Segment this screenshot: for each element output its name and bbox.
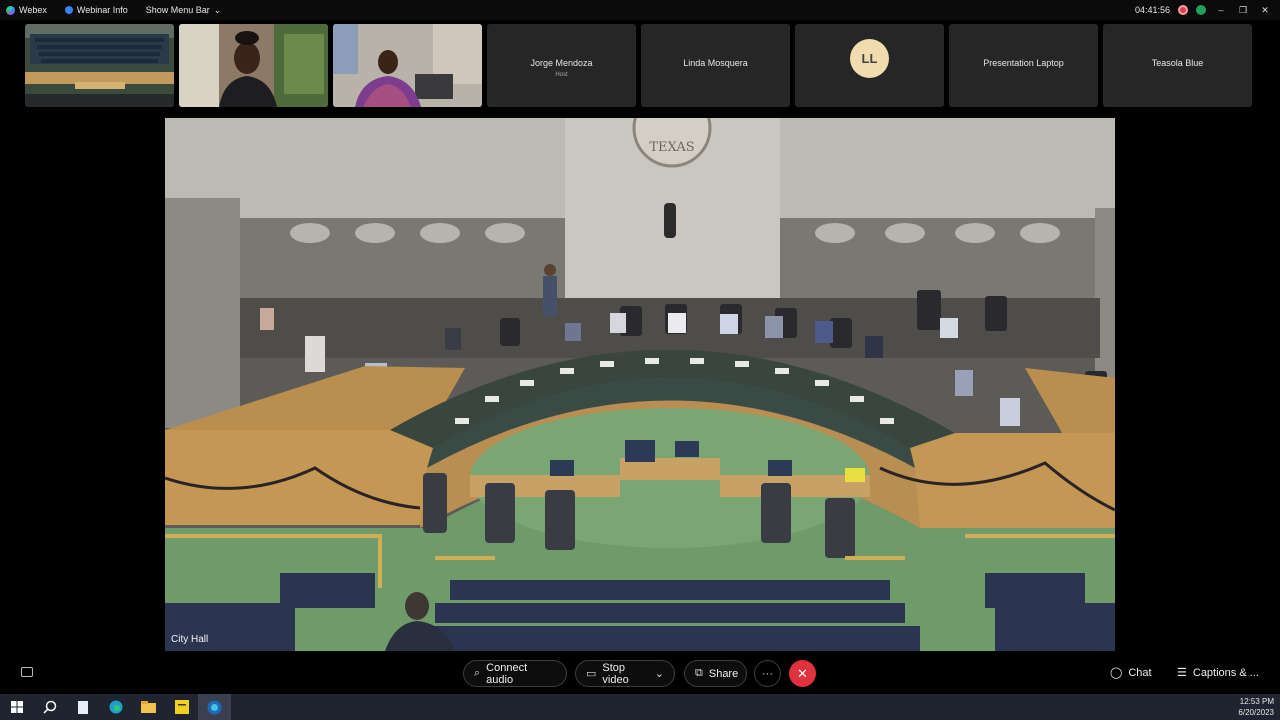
phone-audio-icon: ⌕ — [474, 667, 481, 679]
clock-date: 6/20/2023 — [1238, 708, 1274, 717]
camera-icon: ▭ — [586, 668, 597, 680]
taskbar-sticky-notes[interactable] — [165, 694, 198, 720]
participant-name: Jorge Mendoza — [530, 58, 593, 68]
show-menu-bar-toggle[interactable]: Show Menu Bar ⌄ — [146, 5, 222, 16]
main-video-stage[interactable]: TEXAS City Hall — [165, 118, 1115, 651]
webex-logo-icon — [6, 5, 15, 15]
participant-tile-video-3[interactable] — [333, 24, 482, 107]
more-options-button[interactable]: ··· — [754, 660, 781, 687]
info-icon — [64, 6, 73, 14]
captions-label: Captions & ... — [1192, 666, 1259, 679]
avatar: LL — [850, 39, 889, 78]
share-button[interactable]: ⧉ Share — [684, 660, 747, 687]
app-name: Webex — [19, 5, 47, 15]
start-button[interactable] — [0, 694, 33, 720]
chat-label: Chat — [1128, 666, 1152, 679]
participant-name: Presentation Laptop — [983, 58, 1064, 68]
taskbar-edge[interactable] — [99, 694, 132, 720]
captions-icon: ☰ — [1177, 667, 1187, 679]
leave-meeting-button[interactable]: ✕ — [789, 660, 816, 687]
share-label: Share — [708, 667, 739, 680]
participant-tile-video-2[interactable] — [179, 24, 328, 107]
folder-icon — [141, 701, 156, 713]
seal-text: TEXAS — [649, 140, 694, 155]
meeting-timer: 04:41:56 — [1134, 5, 1170, 15]
meeting-controls: ⌕ Connect audio ▭ Stop video ⌄ ⧉ Share ·… — [0, 658, 1280, 690]
participant-name: Teasola Blue — [1151, 58, 1204, 68]
chevron-down-icon: ⌄ — [213, 4, 222, 15]
document-icon — [77, 700, 88, 714]
title-bar: Webex Webinar Info Show Menu Bar ⌄ 04:41… — [0, 0, 1280, 20]
participant-video-thumbnail — [333, 24, 482, 107]
participant-tile-ll[interactable]: LL — [795, 24, 944, 107]
video-label: City Hall — [171, 634, 209, 645]
webinar-info-menu[interactable]: Webinar Info — [64, 5, 128, 15]
app-menu[interactable]: Webex — [6, 5, 47, 15]
participant-tile-jorge-mendoza[interactable]: Jorge Mendoza Host — [487, 24, 636, 107]
participant-tile-room[interactable] — [25, 24, 174, 107]
participant-video-thumbnail — [179, 24, 328, 107]
clock-time: 12:53 PM — [1239, 697, 1274, 706]
stop-video-button[interactable]: ▭ Stop video ⌄ — [575, 660, 675, 687]
recording-icon[interactable] — [1178, 5, 1188, 15]
participant-tile-presentation-laptop[interactable]: Presentation Laptop — [949, 24, 1098, 107]
connect-audio-button[interactable]: ⌕ Connect audio — [463, 660, 567, 687]
chevron-down-icon[interactable]: ⌄ — [655, 667, 664, 680]
captions-button[interactable]: ☰ Captions & ... — [1177, 666, 1259, 680]
connect-audio-label: Connect audio — [486, 661, 528, 686]
security-shield-icon[interactable] — [1196, 5, 1206, 15]
windows-logo-icon — [10, 701, 23, 713]
taskbar-file-explorer[interactable] — [132, 694, 165, 720]
participant-name: Linda Mosquera — [683, 58, 748, 68]
windows-taskbar: 12:53 PM 6/20/2023 — [0, 694, 1280, 720]
share-icon: ⧉ — [695, 667, 703, 679]
webinar-info-label: Webinar Info — [76, 5, 128, 15]
city-hall-video-frame: TEXAS — [165, 118, 1115, 651]
more-icon: ··· — [762, 667, 773, 680]
edge-browser-icon — [109, 700, 122, 714]
taskbar-webex[interactable] — [198, 694, 231, 720]
participant-role: Host — [555, 72, 568, 78]
webex-app-icon — [207, 700, 222, 714]
close-icon[interactable]: ✕ — [1258, 5, 1272, 16]
system-clock[interactable]: 12:53 PM 6/20/2023 — [1238, 696, 1274, 718]
taskbar-file-app[interactable] — [66, 694, 99, 720]
participant-tile-linda-mosquera[interactable]: Linda Mosquera — [641, 24, 790, 107]
participant-strip: Jorge Mendoza Host Linda Mosquera LL Pre… — [25, 24, 1252, 107]
search-icon — [42, 700, 56, 714]
chat-icon: ◯ — [1110, 667, 1123, 679]
stop-video-label: Stop video — [602, 661, 629, 686]
chat-button[interactable]: ◯ Chat — [1110, 666, 1152, 680]
layout-icon[interactable] — [21, 667, 33, 677]
participant-tile-teasola-blue[interactable]: Teasola Blue — [1103, 24, 1252, 107]
maximize-icon[interactable]: ❐ — [1236, 5, 1250, 16]
sticky-notes-icon — [174, 700, 189, 714]
close-icon: ✕ — [797, 665, 808, 681]
show-menu-bar-label: Show Menu Bar — [145, 5, 210, 15]
search-button[interactable] — [33, 694, 66, 720]
minimize-icon[interactable]: – — [1214, 5, 1228, 15]
room-video-thumbnail — [25, 24, 174, 107]
